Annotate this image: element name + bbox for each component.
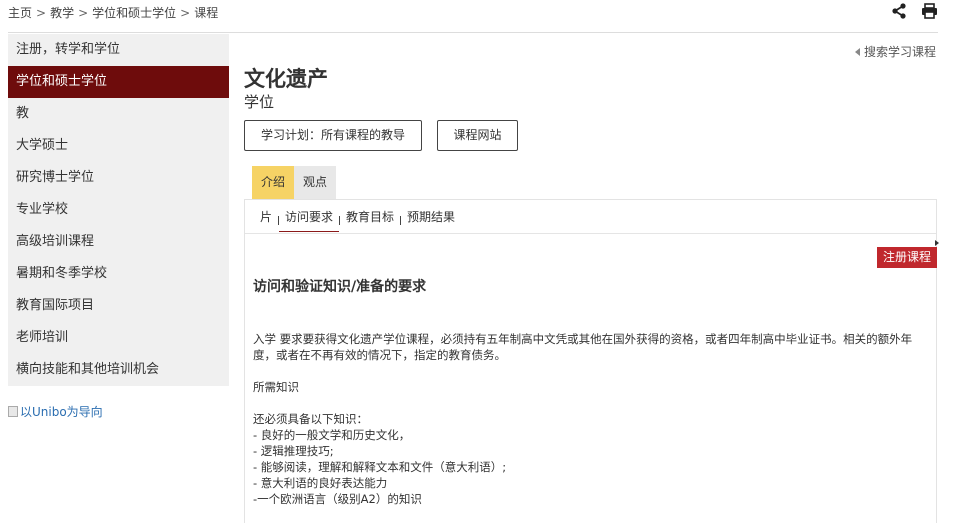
page-subtitle: 学位: [244, 93, 275, 111]
knowledge-bullet: - 逻辑推理技巧;: [253, 444, 334, 458]
admission-paragraph: 入学 要求要获得文化遗产学位课程，必须持有五年制高中文凭或其他在国外获得的资格，…: [253, 332, 913, 362]
breadcrumb-separator: >: [180, 6, 191, 20]
breadcrumb-home[interactable]: 主页: [8, 6, 32, 20]
share-icon[interactable]: [891, 3, 907, 19]
header-divider: [8, 32, 938, 33]
knowledge-intro: 还必须具备以下知识：: [253, 412, 368, 426]
unibo-orientation-label: 以Unibo为导向: [20, 405, 103, 419]
knowledge-bullet: - 能够阅读，理解和解释文本和文件（意大利语）;: [253, 460, 507, 474]
section-nav-expected-results[interactable]: 预期结果: [401, 208, 461, 232]
sidebar-item-international-programs[interactable]: 教育国际项目: [8, 290, 229, 322]
caret-left-icon: [854, 47, 860, 56]
search-courses-link[interactable]: 搜索学习课程: [854, 43, 936, 60]
sidebar-item-university-masters[interactable]: 大学硕士: [8, 130, 229, 162]
page-tools: [891, 3, 938, 19]
breadcrumb: 主页 > 教学 > 学位和硕士学位 > 课程: [8, 4, 218, 21]
page-title: 文化遗产: [244, 67, 328, 91]
required-knowledge-heading: 所需知识: [253, 380, 299, 394]
sidebar-item-transversal-skills[interactable]: 横向技能和其他培训机会: [8, 354, 229, 386]
sidebar-item-degrees[interactable]: 学位和硕士学位: [8, 66, 229, 98]
section-body: 入学 要求要获得文化遗产学位课程，必须持有五年制高中文凭或其他在国外获得的资格，…: [253, 331, 929, 507]
sidebar-item-professional-schools[interactable]: 专业学校: [8, 194, 229, 226]
sidebar-item-teaching[interactable]: 教: [8, 98, 229, 130]
search-courses-label: 搜索学习课程: [863, 45, 936, 59]
knowledge-bullet: - 良好的一般文学和历史文化，: [253, 428, 411, 442]
section-nav: 片 访问要求 教育目标 预期结果: [260, 208, 461, 232]
sidebar-item-summer-winter-schools[interactable]: 暑期和冬季学校: [8, 258, 229, 290]
section-nav-access-requirements[interactable]: 访问要求: [279, 208, 340, 232]
breadcrumb-separator: >: [78, 6, 89, 20]
study-plan-button[interactable]: 学习计划：所有课程的教导: [244, 120, 422, 151]
breadcrumb-current: 课程: [194, 6, 219, 20]
print-icon[interactable]: [921, 3, 938, 19]
sidebar-item-registration[interactable]: 注册，转学和学位: [8, 34, 229, 66]
section-nav-educational-goals[interactable]: 教育目标: [340, 208, 400, 232]
tab-views[interactable]: 观点: [294, 166, 337, 199]
knowledge-bullet: - 意大利语的良好表达能力: [253, 476, 388, 490]
section-nav-divider-line: [245, 233, 936, 234]
register-course-button[interactable]: 注册课程: [877, 247, 938, 268]
tab-bar: 介绍 观点: [252, 166, 337, 199]
sidebar-item-advanced-courses[interactable]: 高级培训课程: [8, 226, 229, 258]
breadcrumb-degrees[interactable]: 学位和硕士学位: [92, 6, 176, 20]
course-website-button[interactable]: 课程网站: [437, 120, 518, 151]
broken-image-icon: [8, 406, 18, 417]
knowledge-bullet: -一个欧洲语言（级别A2）的知识: [253, 492, 422, 506]
breadcrumb-teaching[interactable]: 教学: [50, 6, 74, 20]
section-nav-clip[interactable]: 片: [260, 208, 278, 232]
scroll-handle-icon[interactable]: [935, 240, 939, 246]
sidebar-item-teacher-training[interactable]: 老师培训: [8, 322, 229, 354]
section-heading: 访问和验证知识/准备的要求: [253, 279, 427, 295]
unibo-orientation-link[interactable]: 以Unibo为导向: [8, 403, 103, 420]
sidebar: 注册，转学和学位 学位和硕士学位 教 大学硕士 研究博士学位 专业学校 高级培训…: [8, 34, 229, 386]
breadcrumb-separator: >: [36, 6, 47, 20]
tab-introduction[interactable]: 介绍: [252, 166, 295, 199]
sidebar-item-phd[interactable]: 研究博士学位: [8, 162, 229, 194]
